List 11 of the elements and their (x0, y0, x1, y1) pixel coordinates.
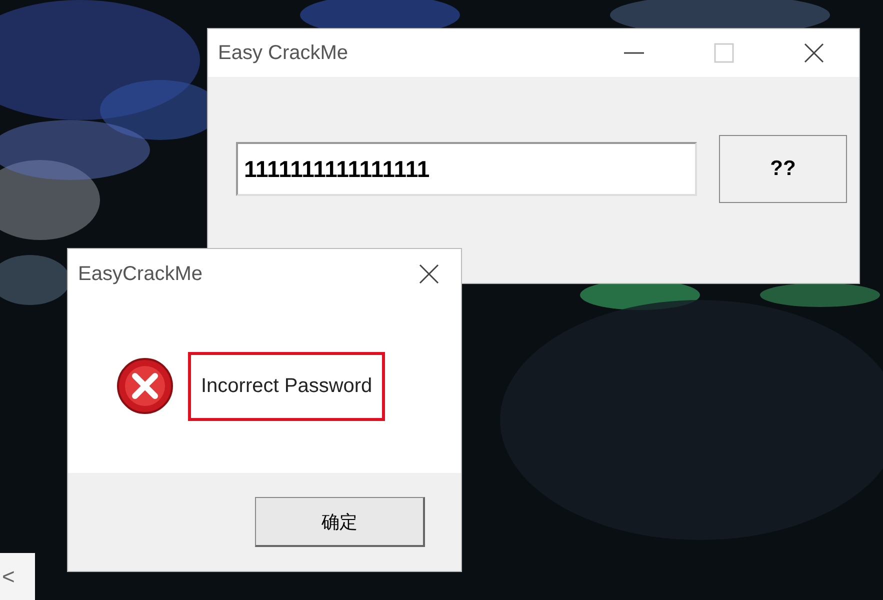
error-icon (116, 357, 174, 415)
close-icon[interactable] (419, 264, 439, 284)
password-field[interactable]: 1111111111111111 (236, 142, 697, 196)
minimize-icon[interactable] (624, 51, 644, 55)
error-message: Incorrect Password (188, 352, 386, 420)
scroll-left-button[interactable]: < (0, 553, 35, 600)
dialog-title: EasyCrackMe (78, 262, 204, 286)
ok-button[interactable]: 确定 (255, 497, 425, 547)
close-icon[interactable] (804, 43, 824, 63)
check-button[interactable]: ?? (719, 135, 847, 203)
window-title: Easy CrackMe (218, 42, 350, 64)
